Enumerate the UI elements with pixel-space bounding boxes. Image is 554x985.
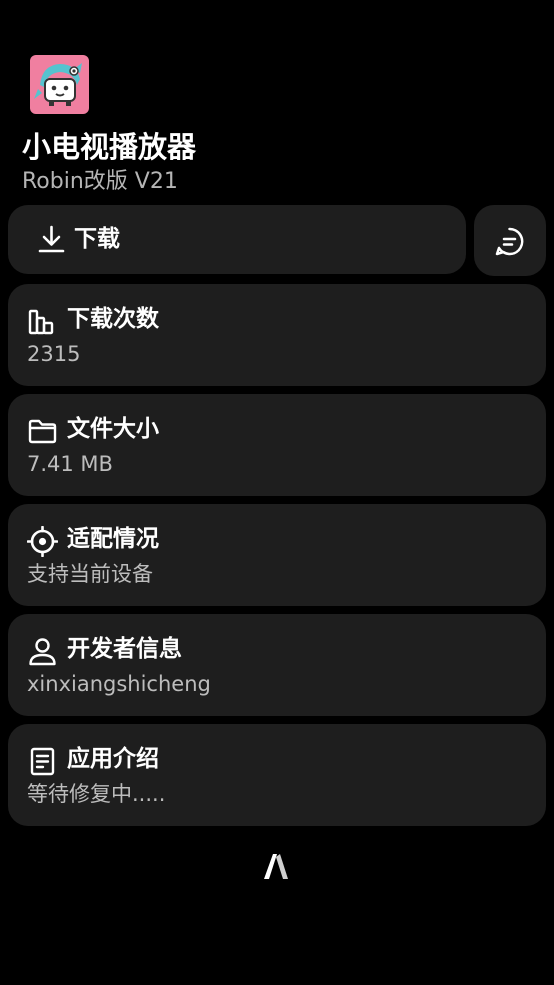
download-button[interactable]: 下载 [8,205,466,274]
description-value: 等待修复中..... [27,782,166,806]
compatibility-card: 适配情况 支持当前设备 [8,504,546,606]
compatibility-value: 支持当前设备 [27,562,153,586]
developer-card: 开发者信息 xinxiangshicheng [8,614,546,716]
file-size-title: 文件大小 [67,416,159,442]
download-count-title: 下载次数 [67,306,159,332]
bar-chart-icon [28,309,54,335]
developer-title: 开发者信息 [67,636,182,662]
download-label: 下载 [74,226,120,252]
target-icon [27,526,58,557]
folder-icon [28,419,57,444]
download-count-value: 2315 [27,342,81,366]
download-icon [38,225,65,253]
file-size-value: 7.41 MB [27,452,113,476]
store-logo-icon [264,854,288,879]
app-title: 小电视播放器 [22,130,197,164]
document-icon [30,747,55,776]
tv-mascot-app-icon [30,55,89,114]
download-count-card: 下载次数 2315 [8,284,546,386]
developer-value: xinxiangshicheng [27,672,211,696]
app-icon [30,55,89,114]
comment-button[interactable] [474,205,546,276]
user-icon [29,638,56,666]
app-version: Robin改版 V21 [22,169,178,194]
comment-icon [495,227,524,256]
compatibility-title: 适配情况 [67,526,159,552]
description-card: 应用介绍 等待修复中..... [8,724,546,826]
description-title: 应用介绍 [67,746,159,772]
file-size-card: 文件大小 7.41 MB [8,394,546,496]
